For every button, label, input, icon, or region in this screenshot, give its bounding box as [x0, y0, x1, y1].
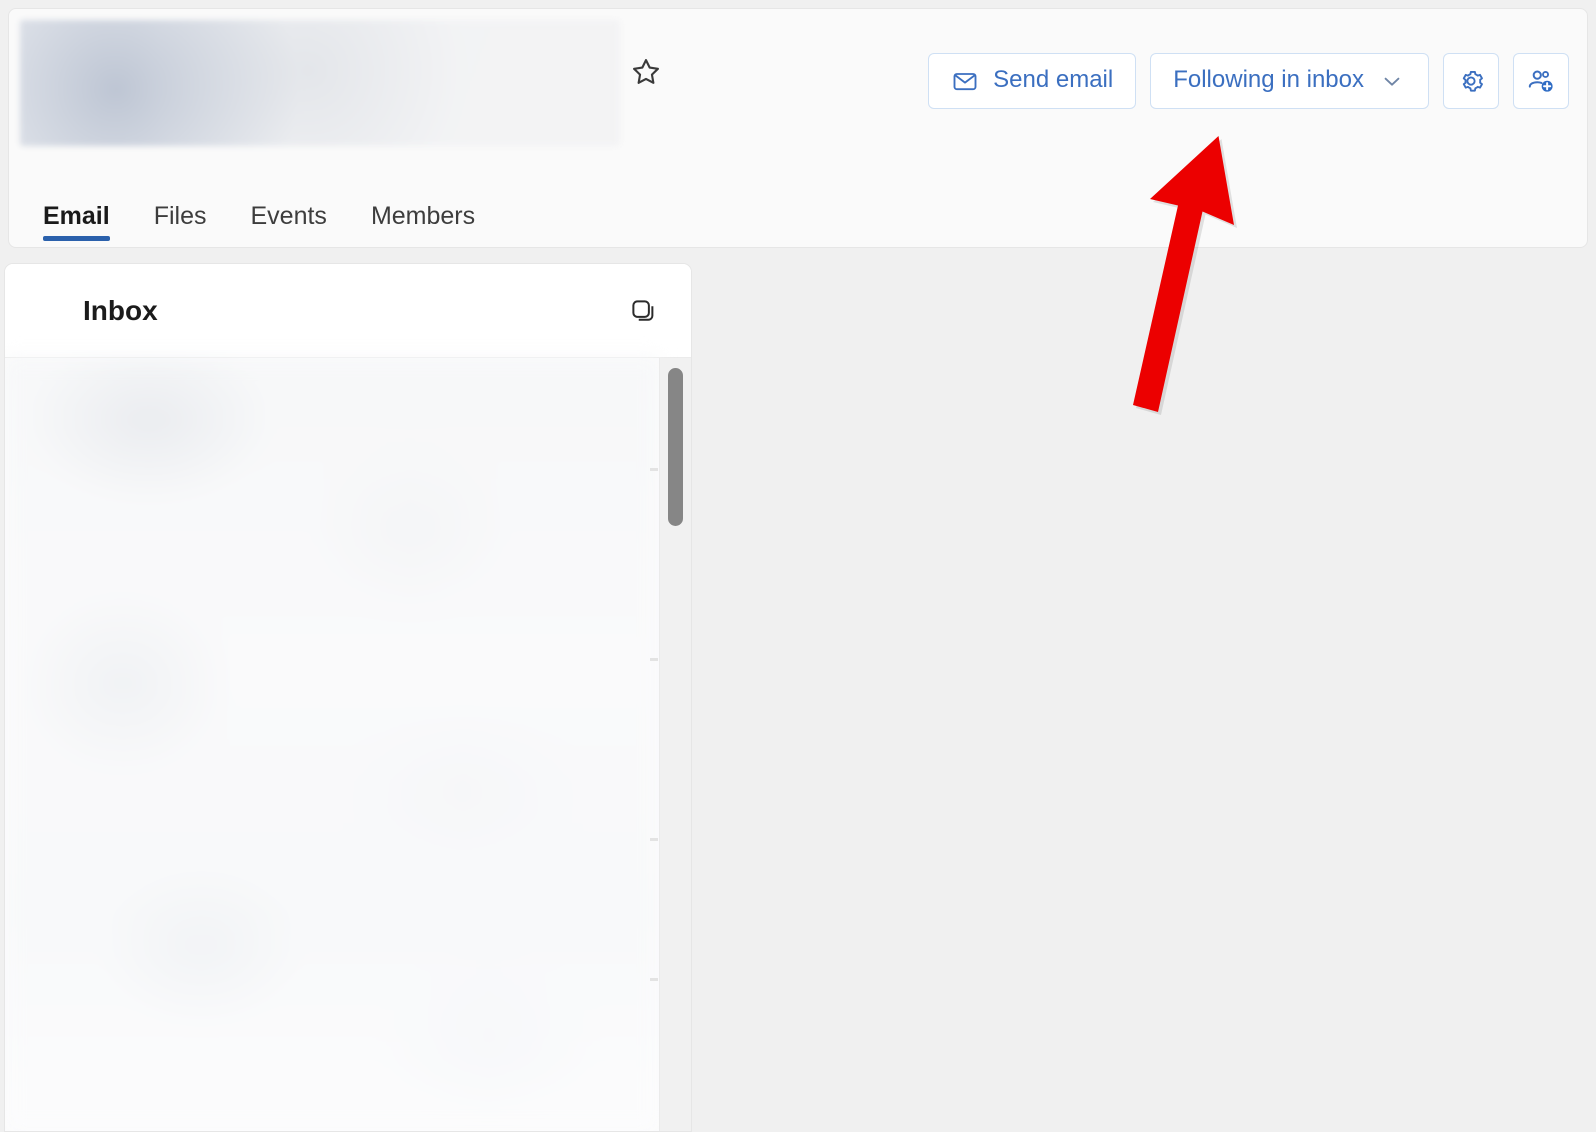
list-item — [650, 838, 658, 841]
reading-pane — [694, 251, 1596, 1132]
message-list-body — [5, 358, 691, 1131]
tab-files[interactable]: Files — [132, 204, 229, 247]
tab-events-label: Events — [250, 202, 327, 230]
tab-members[interactable]: Members — [349, 204, 497, 247]
scrollbar-thumb[interactable] — [668, 368, 683, 526]
following-in-inbox-dropdown[interactable]: Following in inbox — [1150, 53, 1429, 109]
message-list-header: Inbox — [5, 264, 691, 358]
send-email-button[interactable]: Send email — [928, 53, 1137, 109]
list-title: Inbox — [83, 294, 158, 326]
tab-files-label: Files — [153, 202, 207, 230]
group-tabs: Email Files Events Members — [33, 204, 497, 247]
mail-icon — [953, 73, 977, 91]
group-settings-button[interactable] — [1443, 53, 1499, 109]
conversation-view-button[interactable] — [623, 291, 663, 331]
group-mailbox-app: Send email Following in inbox Email File… — [0, 0, 1596, 1132]
list-item — [650, 468, 658, 471]
message-list-card: Inbox — [4, 263, 692, 1132]
favorite-star-button[interactable] — [625, 51, 667, 93]
tab-events[interactable]: Events — [229, 204, 349, 247]
list-item — [650, 658, 658, 661]
group-title-redacted — [20, 20, 620, 146]
star-icon — [633, 59, 659, 84]
tab-email[interactable]: Email — [33, 204, 132, 247]
message-list-redacted — [5, 358, 659, 1131]
send-email-label: Send email — [993, 66, 1114, 93]
message-list-scrollbar[interactable] — [659, 358, 691, 1131]
group-header-card: Send email Following in inbox Email File… — [8, 8, 1588, 248]
following-in-inbox-label: Following in inbox — [1173, 66, 1364, 93]
chevron-down-icon — [1384, 77, 1400, 86]
conversation-stack-icon — [632, 299, 654, 321]
gear-icon — [1462, 70, 1483, 92]
tab-members-label: Members — [370, 202, 476, 230]
header-actions: Send email Following in inbox — [928, 53, 1569, 109]
tab-email-label: Email — [43, 202, 110, 230]
add-members-button[interactable] — [1513, 53, 1569, 109]
list-item — [650, 978, 658, 981]
person-add-icon — [1528, 70, 1553, 92]
